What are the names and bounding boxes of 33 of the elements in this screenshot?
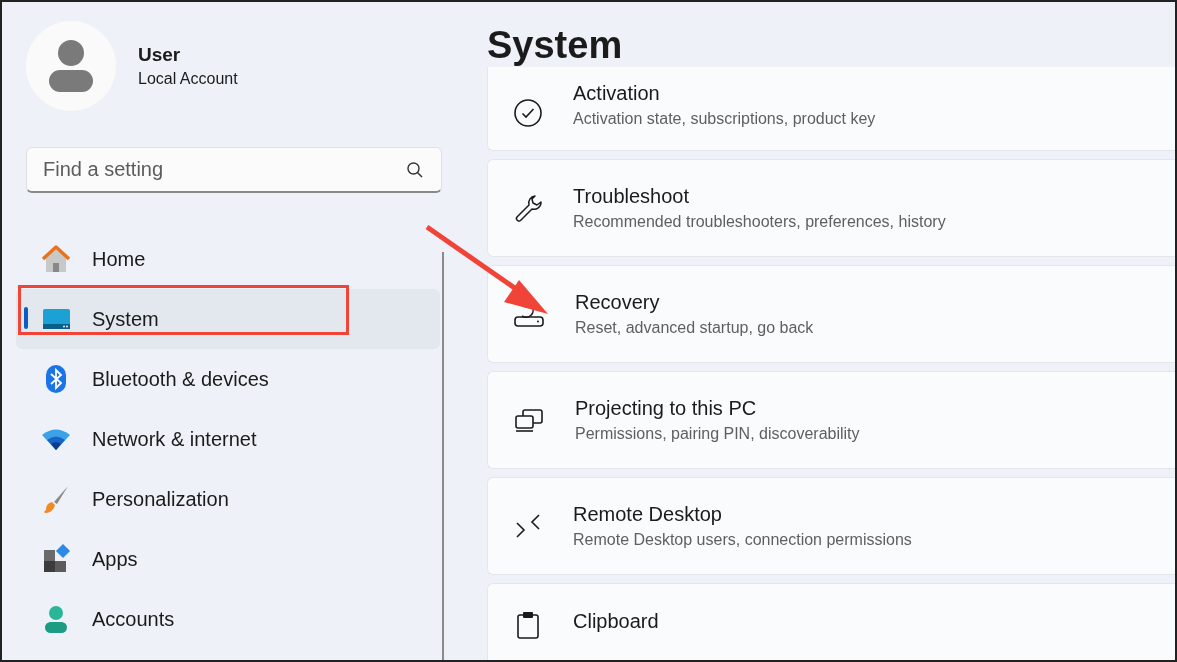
settings-card[interactable]: Troubleshoot Recommended troubleshooters, preferences, history [487, 159, 1175, 257]
card-description: Activation state, subscriptions, product key [573, 110, 876, 128]
card-title: Clipboard [573, 610, 659, 633]
card-title: Projecting to this PC [575, 397, 758, 420]
search-icon [406, 161, 424, 179]
wrench-icon [513, 193, 543, 223]
card-title: Activation [573, 82, 661, 105]
house-icon [40, 243, 72, 275]
nav-item[interactable]: Network & internet [16, 409, 440, 469]
nav-item[interactable]: System [16, 289, 440, 349]
settings-card[interactable]: Projecting to this PC Permissions, pairing PIN, discoverability [487, 371, 1175, 469]
account-type: Local Account [138, 70, 238, 88]
nav-item[interactable]: Accounts [16, 589, 440, 649]
nav-item[interactable]: Home [16, 229, 440, 289]
settings-card[interactable]: Clipboard [487, 583, 1175, 660]
nav-item[interactable]: Bluetooth & devices [16, 349, 440, 409]
settings-card[interactable]: Activation Activation state, subscriptions, product key [487, 67, 1175, 151]
settings-card[interactable]: Remote Desktop Remote Desktop users, connection permissions [487, 477, 1175, 575]
search-field[interactable]: Find a setting [26, 147, 442, 193]
card-title: Remote Desktop [573, 503, 723, 526]
user-silhouette-icon [47, 39, 95, 93]
nav-item[interactable]: Apps [16, 529, 440, 589]
card-title: Recovery [575, 291, 661, 314]
user-name: User [138, 44, 182, 66]
card-description: Recommended troubleshooters, preferences, history [573, 213, 946, 231]
card-description: Remote Desktop users, connection permissions [573, 531, 912, 549]
checkmark-circle-icon [513, 98, 543, 128]
nav-item[interactable]: Personalization [16, 469, 440, 529]
card-description: Permissions, pairing PIN, discoverability [575, 425, 860, 443]
card-title: Troubleshoot [573, 185, 690, 208]
settings-card[interactable]: Recovery Reset, advanced startup, go back [487, 265, 1175, 363]
page-title: System [487, 24, 624, 67]
card-description: Reset, advanced startup, go back [575, 319, 814, 337]
